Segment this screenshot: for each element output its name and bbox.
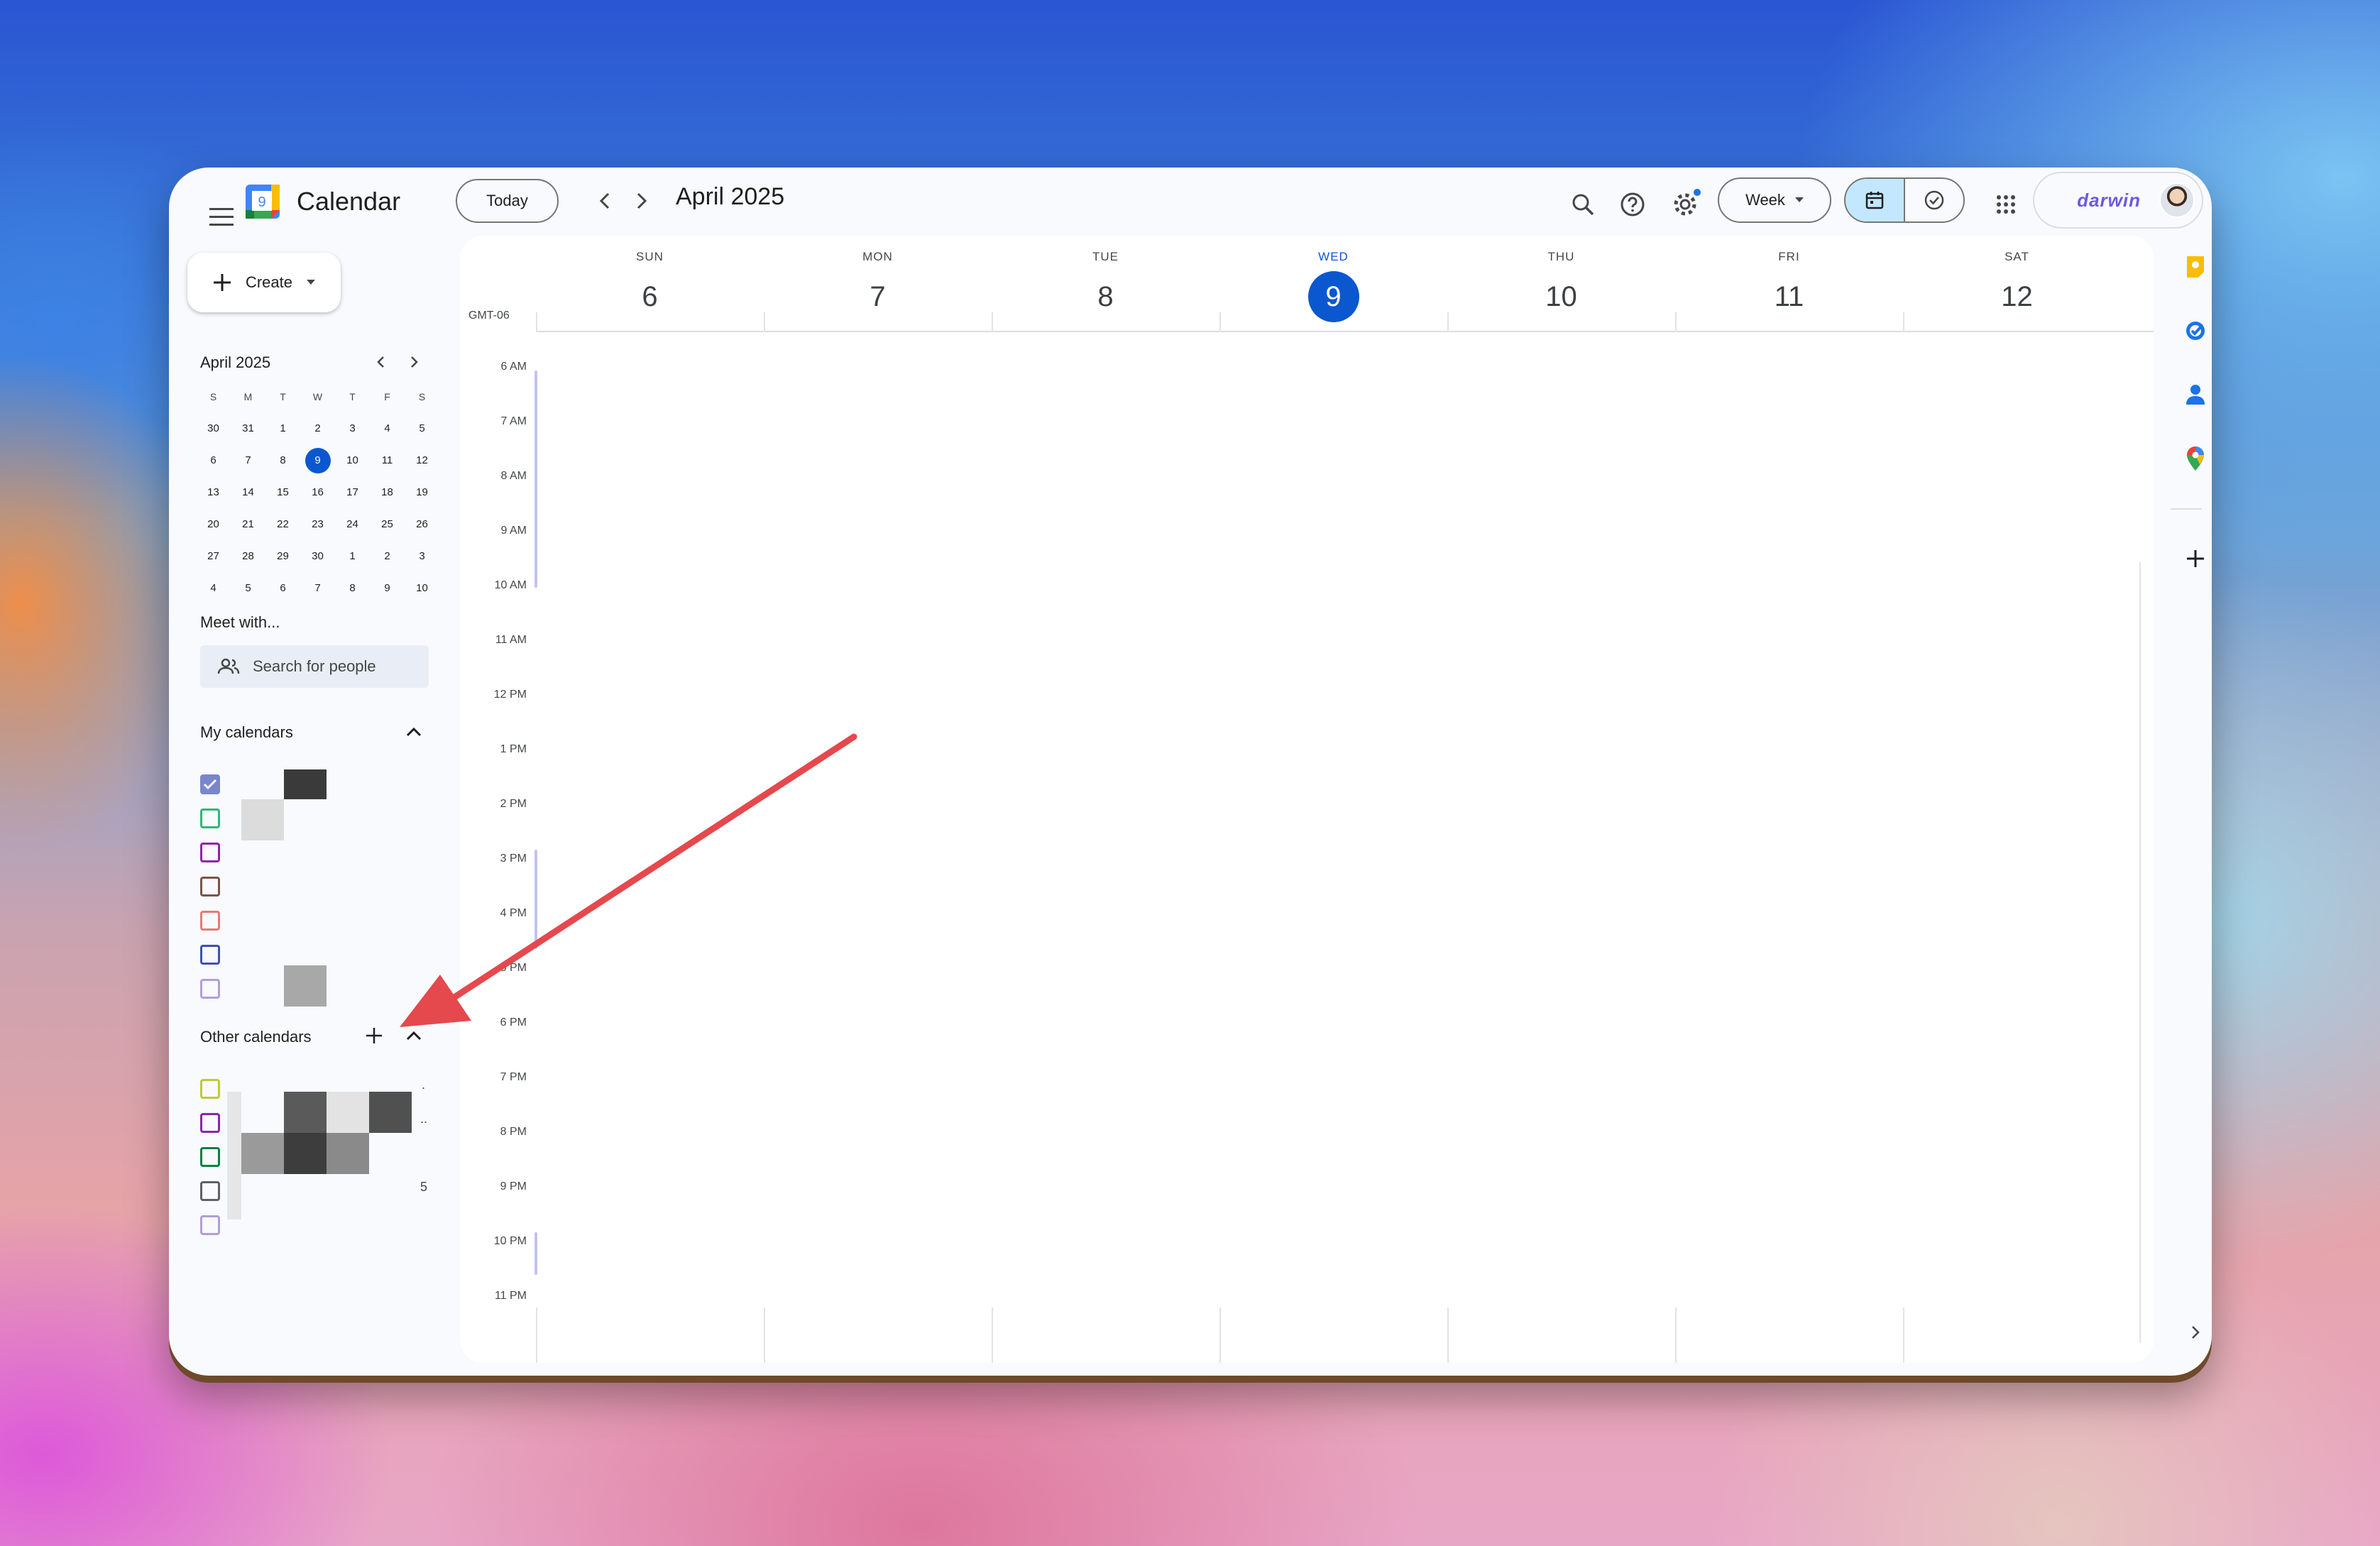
annotation-arrow-icon <box>400 733 857 1027</box>
